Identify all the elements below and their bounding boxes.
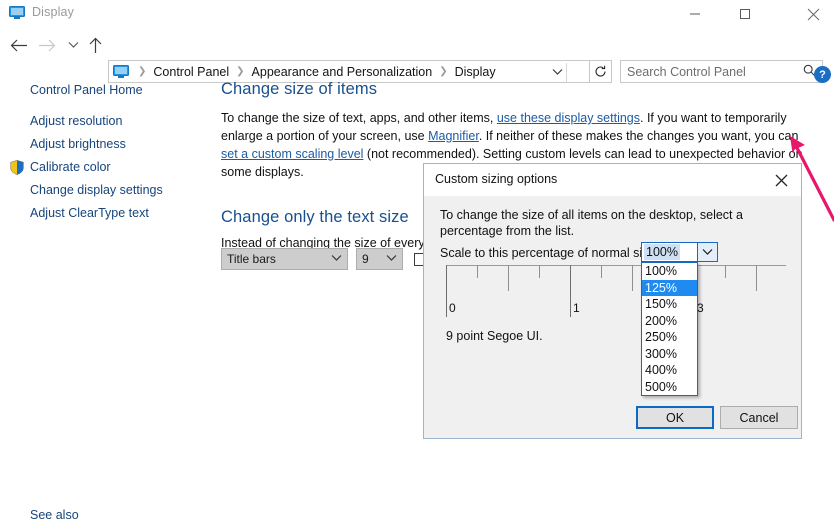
ruler-tick-major xyxy=(570,265,571,317)
maximize-button[interactable] xyxy=(722,0,768,28)
font-size-value: 9 xyxy=(362,252,369,266)
back-icon[interactable] xyxy=(6,32,32,58)
dialog-title: Custom sizing options xyxy=(435,172,558,186)
dropdown-option-150[interactable]: 150% xyxy=(642,296,697,313)
scale-dropdown-toggle[interactable] xyxy=(698,242,718,262)
dropdown-option-250[interactable]: 250% xyxy=(642,329,697,346)
search-placeholder: Search Control Panel xyxy=(627,64,746,79)
breadcrumb-separator: ❯ xyxy=(439,66,448,77)
dropdown-option-400[interactable]: 400% xyxy=(642,362,697,379)
ruler-tick-mid xyxy=(508,265,509,291)
ruler-tick-mid xyxy=(756,265,757,291)
scale-percentage-value: 100% xyxy=(644,244,680,260)
ruler-tick-major xyxy=(446,265,447,317)
navigation-bar: ❯ Control Panel ❯ Appearance and Persona… xyxy=(0,28,834,83)
text-size-controls: Title bars 9 xyxy=(221,248,431,270)
sidebar-item-calibrate-color[interactable]: Calibrate color xyxy=(30,160,111,174)
monitor-icon xyxy=(9,6,25,19)
link-magnifier[interactable]: Magnifier xyxy=(428,129,479,143)
custom-sizing-dialog: Custom sizing options To change the size… xyxy=(423,163,802,439)
ruler-label-3: 3 xyxy=(697,301,704,315)
scale-percentage-label: Scale to this percentage of normal size: xyxy=(440,246,659,260)
dialog-close-button[interactable] xyxy=(761,164,801,196)
ruler-label-0: 0 xyxy=(449,301,456,315)
ruler-label-1: 1 xyxy=(573,301,580,315)
element-select[interactable]: Title bars xyxy=(221,248,348,270)
element-select-value: Title bars xyxy=(227,252,276,266)
breadcrumb-appearance[interactable]: Appearance and Personalization xyxy=(251,65,434,79)
cancel-button[interactable]: Cancel xyxy=(720,406,798,429)
dropdown-option-200[interactable]: 200% xyxy=(642,313,697,330)
ruler-baseline xyxy=(446,265,786,266)
sidebar: Control Panel Home Adjust resolution Adj… xyxy=(0,70,212,522)
scale-percentage-combobox[interactable]: 100% xyxy=(641,242,698,262)
dropdown-option-500[interactable]: 500% xyxy=(642,379,697,396)
sidebar-item-adjust-resolution[interactable]: Adjust resolution xyxy=(30,114,122,128)
breadcrumb-separator: ❯ xyxy=(236,66,245,77)
close-button[interactable] xyxy=(790,0,834,28)
ruler-tick-minor xyxy=(601,265,602,278)
font-size-select[interactable]: 9 xyxy=(356,248,403,270)
link-use-these-display-settings[interactable]: use these display settings xyxy=(497,111,640,125)
dialog-titlebar: Custom sizing options xyxy=(424,164,801,196)
chevron-down-icon xyxy=(331,253,342,265)
sample-text-preview: 9 point Segoe UI. xyxy=(446,329,543,343)
dropdown-option-300[interactable]: 300% xyxy=(642,346,697,363)
sidebar-item-adjust-cleartype-text[interactable]: Adjust ClearType text xyxy=(30,206,149,220)
dropdown-option-125[interactable]: 125% xyxy=(642,279,697,296)
ruler-tick-minor xyxy=(477,265,478,278)
paragraph-part-1: To change the size of text, apps, and ot… xyxy=(221,111,497,125)
ruler-tick-minor xyxy=(539,265,540,278)
sidebar-item-change-display-settings[interactable]: Change display settings xyxy=(30,183,163,197)
scale-dropdown-list[interactable]: 100% 125% 150% 200% 250% 300% 400% 500% xyxy=(641,262,698,396)
sizing-ruler: 0 1 3 xyxy=(446,265,786,325)
page-title: Change size of items xyxy=(221,80,378,98)
ruler-tick-minor xyxy=(725,265,726,278)
ok-button[interactable]: OK xyxy=(636,406,714,429)
see-also-heading: See also xyxy=(30,508,79,522)
uac-shield-icon xyxy=(10,160,24,175)
window-title: Display xyxy=(32,5,75,19)
paragraph-part-3: . If neither of these makes the changes … xyxy=(478,129,799,143)
window-titlebar: Display xyxy=(0,0,834,28)
chevron-down-icon[interactable] xyxy=(552,65,563,79)
sidebar-item-control-panel-home[interactable]: Control Panel Home xyxy=(30,83,143,97)
dropdown-option-100[interactable]: 100% xyxy=(642,263,697,280)
ruler-tick-mid xyxy=(632,265,633,291)
link-set-a-custom-scaling-level[interactable]: set a custom scaling level xyxy=(221,147,363,161)
chevron-down-icon xyxy=(386,253,397,265)
minimize-button[interactable] xyxy=(672,0,718,28)
dialog-description: To change the size of all items on the d… xyxy=(440,208,743,238)
forward-icon xyxy=(34,32,60,58)
sidebar-item-adjust-brightness[interactable]: Adjust brightness xyxy=(30,137,126,151)
breadcrumb-display[interactable]: Display xyxy=(454,65,497,79)
up-icon[interactable] xyxy=(82,32,108,58)
